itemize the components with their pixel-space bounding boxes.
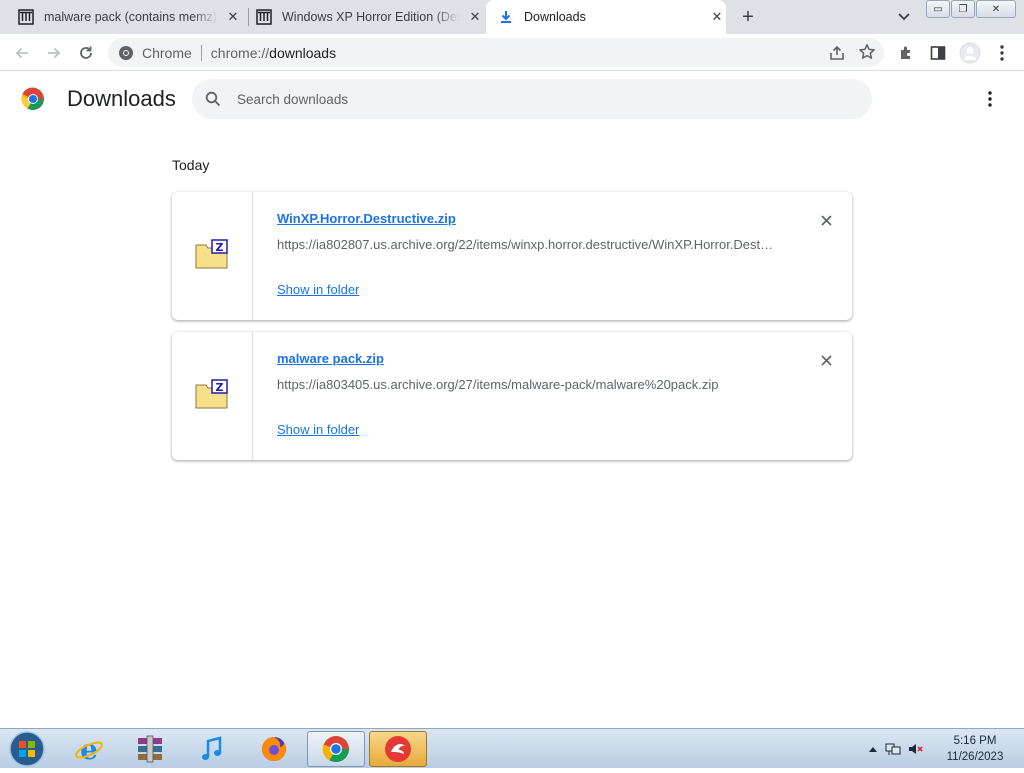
window-controls: ▭ ❐ ✕ xyxy=(926,0,1017,18)
address-bar[interactable]: Chrome chrome://downloads xyxy=(108,38,884,67)
internet-explorer-icon[interactable]: e xyxy=(60,731,118,767)
tab-separator xyxy=(248,8,249,26)
remove-from-list-icon[interactable] xyxy=(816,210,836,230)
chrome-logo-icon xyxy=(21,87,45,111)
restore-button[interactable]: ❐ xyxy=(951,0,975,18)
download-filename-link[interactable]: WinXP.Horror.Destructive.zip xyxy=(277,211,456,226)
bookmark-star-icon[interactable] xyxy=(858,43,876,61)
taskbar-clock[interactable]: 5:16 PM 11/26/2023 xyxy=(940,733,1010,765)
network-icon[interactable] xyxy=(882,741,904,757)
tab-windows-xp-horror[interactable]: Windows XP Horror Edition (Destructive ✕ xyxy=(256,0,484,34)
chrome-taskbar-icon[interactable] xyxy=(307,731,365,767)
close-window-button[interactable]: ✕ xyxy=(976,0,1016,18)
antivirus-icon[interactable] xyxy=(369,731,427,767)
download-source-url[interactable]: https://ia802807.us.archive.org/22/items… xyxy=(277,237,777,252)
close-tab-icon[interactable]: ✕ xyxy=(466,8,484,26)
download-item: Z malware pack.zip https://ia803405.us.a… xyxy=(172,332,852,460)
tab-malware-pack[interactable]: malware pack (contains memz) : ✕ xyxy=(18,0,242,34)
firefox-icon[interactable] xyxy=(245,731,303,767)
download-source-url[interactable]: https://ia803405.us.archive.org/27/items… xyxy=(277,377,777,392)
extensions-icon[interactable] xyxy=(894,41,918,65)
close-tab-icon[interactable]: ✕ xyxy=(224,8,242,26)
windows-taskbar: e 5:16 PM 11/26/2023 xyxy=(0,728,1024,768)
download-item: Z WinXP.Horror.Destructive.zip https://i… xyxy=(172,192,852,320)
file-icon-column: Z xyxy=(172,192,253,320)
more-actions-icon[interactable] xyxy=(980,88,1000,110)
url-scheme: chrome:// xyxy=(210,44,270,61)
search-box[interactable] xyxy=(192,79,872,119)
svg-text:Z: Z xyxy=(216,381,224,394)
download-icon xyxy=(498,9,514,25)
show-hidden-icons-icon[interactable] xyxy=(864,745,882,753)
zip-file-icon: Z xyxy=(195,238,229,274)
url-host: downloads xyxy=(269,44,337,61)
search-input[interactable] xyxy=(237,91,837,107)
profile-avatar-icon[interactable] xyxy=(958,41,982,65)
tab-title: Windows XP Horror Edition (Destructive xyxy=(282,10,460,24)
itunes-icon[interactable] xyxy=(183,731,241,767)
clock-time: 5:16 PM xyxy=(953,735,997,747)
page-title: Downloads xyxy=(67,86,176,111)
tab-strip: malware pack (contains memz) : ✕ Windows… xyxy=(0,0,1024,34)
show-in-folder-link[interactable]: Show in folder xyxy=(277,422,359,437)
side-panel-icon[interactable] xyxy=(926,41,950,65)
forward-icon[interactable] xyxy=(42,41,66,65)
clock-date: 11/26/2023 xyxy=(946,751,1004,763)
search-icon xyxy=(205,91,221,107)
svg-text:Z: Z xyxy=(216,241,224,254)
chrome-page-icon xyxy=(118,45,134,61)
file-icon-column: Z xyxy=(172,332,253,460)
zip-file-icon: Z xyxy=(195,378,229,414)
show-in-folder-link[interactable]: Show in folder xyxy=(277,282,359,297)
tab-title: Downloads xyxy=(524,10,586,24)
tab-title: malware pack (contains memz) : xyxy=(44,10,218,24)
chrome-menu-icon[interactable] xyxy=(990,41,1014,65)
close-tab-icon[interactable]: ✕ xyxy=(708,8,726,26)
tab-search-chevron-icon[interactable] xyxy=(894,8,914,26)
system-tray xyxy=(864,729,926,769)
archive-icon xyxy=(18,9,34,25)
volume-muted-icon[interactable] xyxy=(904,741,926,757)
browser-toolbar: Chrome chrome://downloads xyxy=(0,34,1024,71)
tab-downloads[interactable]: Downloads ✕ xyxy=(486,0,726,34)
remove-from-list-icon[interactable] xyxy=(816,350,836,370)
omnibox-divider xyxy=(200,44,202,61)
new-tab-button[interactable]: + xyxy=(736,6,760,28)
reload-icon[interactable] xyxy=(74,41,98,65)
start-orb-button[interactable] xyxy=(6,730,48,768)
omnibox-chip: Chrome xyxy=(142,44,192,61)
svg-text:e: e xyxy=(80,734,98,764)
archive-icon xyxy=(256,9,272,25)
share-icon[interactable] xyxy=(828,44,846,62)
winrar-icon[interactable] xyxy=(121,731,179,767)
download-filename-link[interactable]: malware pack.zip xyxy=(277,351,384,366)
back-icon[interactable] xyxy=(10,41,34,65)
downloads-page: Downloads Today Z WinXP.Horror.Destructi… xyxy=(0,72,1024,728)
date-section-label: Today xyxy=(172,157,210,173)
minimize-button[interactable]: ▭ xyxy=(926,0,950,18)
